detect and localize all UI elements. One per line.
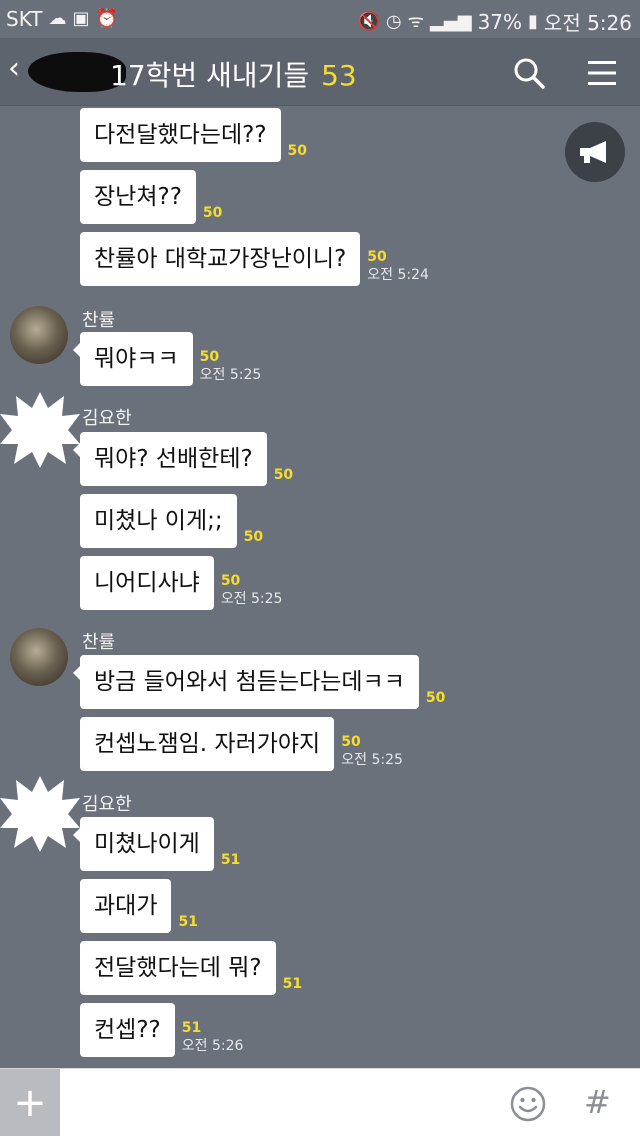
signal-icon: ▂▄▆ — [430, 10, 472, 32]
message-bubble[interactable]: 컨셉노잼임. 자러가야지 — [80, 717, 335, 771]
image-icon: ▣ — [72, 8, 90, 29]
message-row: 뭐야? 선배한테? 50 — [73, 432, 293, 486]
hashtag-search-button[interactable]: # — [584, 1083, 611, 1121]
message-bubble[interactable]: 전달했다는데 뭐? — [80, 941, 276, 995]
message-row: 과대가 51 — [80, 879, 198, 933]
message-bubble[interactable]: 방금 들어와서 첨듣는다는데ㅋㅋ — [73, 655, 419, 709]
message-meta: 50 — [274, 466, 293, 486]
message-meta: 50 — [244, 528, 263, 548]
chat-header: ‹ 17학번 새내기들 53 — [0, 38, 640, 106]
unread-count: 51 — [178, 914, 198, 930]
message-row: 뭐야ㅋㅋ 50 오전 5:25 — [73, 332, 262, 386]
message-time: 오전 5:26 — [181, 1038, 244, 1054]
message-meta: 51 — [178, 913, 197, 933]
message-row: 장난쳐?? 50 — [80, 170, 222, 224]
message-meta: 50 — [203, 204, 222, 224]
message-bubble[interactable]: 다전달했다는데?? — [80, 108, 281, 162]
message-bubble[interactable]: 미쳤나이게 — [73, 817, 214, 871]
sender-name: 김요한 — [82, 408, 132, 429]
avatar[interactable] — [10, 306, 68, 364]
battery-label: 37% — [477, 9, 523, 34]
message-bubble[interactable]: 과대가 — [80, 879, 172, 933]
message-time: 오전 5:25 — [199, 367, 262, 383]
message-bubble[interactable]: 니어디사냐 — [80, 556, 214, 610]
avatar[interactable] — [0, 774, 80, 854]
message-row: 방금 들어와서 첨듣는다는데ㅋㅋ 50 — [73, 655, 445, 709]
unread-count: 51 — [220, 852, 241, 868]
menu-icon[interactable] — [588, 60, 616, 86]
message-meta: 50 오전 5:25 — [341, 733, 403, 771]
message-row: 찬률아 대학교가장난이니? 50 오전 5:24 — [80, 232, 429, 286]
sender-name: 찬률 — [82, 310, 116, 331]
message-meta: 51 — [221, 851, 240, 871]
search-icon[interactable] — [512, 56, 546, 90]
message-meta: 50 오전 5:25 — [221, 572, 283, 610]
message-time: 오전 5:24 — [367, 267, 429, 283]
chat-messages[interactable]: 다전달했다는데?? 50 장난쳐?? 50 찬률아 대학교가장난이니? 50 오… — [0, 106, 640, 1068]
wifi-icon: ᯤ — [407, 10, 425, 32]
message-meta: 50 — [426, 689, 445, 709]
message-row: 미쳤나이게 51 — [73, 817, 240, 871]
message-bubble[interactable]: 장난쳐?? — [80, 170, 196, 224]
sender-name: 찬률 — [82, 632, 116, 653]
unread-count: 51 — [181, 1020, 202, 1036]
message-input-bar: + # — [0, 1068, 640, 1136]
unread-count: 50 — [202, 205, 223, 221]
message-bubble[interactable]: 컨셉?? — [80, 1003, 175, 1057]
message-meta: 51 오전 5:26 — [182, 1019, 244, 1057]
chat-title: 17학번 새내기들 53 — [110, 54, 357, 94]
unread-count: 50 — [341, 734, 361, 750]
message-row: 전달했다는데 뭐? 51 — [80, 941, 302, 995]
message-row: 다전달했다는데?? 50 — [80, 108, 307, 162]
message-bubble[interactable]: 미쳤나 이게;; — [80, 494, 237, 548]
emoji-icon[interactable] — [510, 1086, 546, 1122]
status-left: SKT ☁ ▣ ⏰ — [6, 7, 118, 31]
message-meta: 50 오전 5:24 — [367, 248, 429, 286]
mute-icon: 🔇 — [357, 10, 380, 32]
message-row: 컨셉노잼임. 자러가야지 50 오전 5:25 — [80, 717, 403, 771]
battery-icon: ▮ — [528, 10, 538, 32]
message-meta: 51 — [283, 975, 302, 995]
message-row: 미쳤나 이게;; 50 — [80, 494, 263, 548]
cloud-icon: ☁ — [48, 8, 67, 29]
clock-label: 오전 5:26 — [543, 11, 632, 35]
avatar[interactable] — [10, 628, 68, 686]
message-meta: 50 — [288, 142, 307, 162]
attach-plus-button[interactable]: + — [0, 1069, 60, 1136]
sender-name: 김요한 — [82, 794, 132, 815]
unread-count: 50 — [287, 143, 308, 159]
back-chevron-icon[interactable]: ‹ — [8, 54, 20, 84]
alarm-clock-icon: ◷ — [385, 10, 402, 32]
unread-count: 50 — [425, 690, 446, 706]
carrier-label: SKT — [6, 7, 43, 31]
message-meta: 50 오전 5:25 — [200, 348, 262, 386]
unread-count: 50 — [199, 349, 220, 365]
member-count: 53 — [321, 59, 357, 92]
alarm-icon: ⏰ — [95, 8, 118, 29]
message-row: 컨셉?? 51 오전 5:26 — [80, 1003, 243, 1057]
message-bubble[interactable]: 찬률아 대학교가장난이니? — [80, 232, 361, 286]
status-right: 🔇 ◷ ᯤ ▂▄▆ 37% ▮ 오전 5:26 — [357, 7, 632, 36]
message-time: 오전 5:25 — [220, 591, 283, 607]
unread-count: 50 — [367, 249, 387, 265]
status-bar: SKT ☁ ▣ ⏰ 🔇 ◷ ᯤ ▂▄▆ 37% ▮ 오전 5:26 — [0, 0, 640, 38]
message-time: 오전 5:25 — [341, 752, 403, 768]
message-bubble[interactable]: 뭐야? 선배한테? — [73, 432, 267, 486]
chat-title-text: 17학번 새내기들 — [110, 59, 310, 92]
unread-count: 50 — [273, 467, 294, 483]
message-bubble[interactable]: 뭐야ㅋㅋ — [73, 332, 193, 386]
message-row: 니어디사냐 50 오전 5:25 — [80, 556, 282, 610]
unread-count: 51 — [282, 976, 303, 992]
unread-count: 50 — [220, 573, 241, 589]
avatar[interactable] — [0, 390, 80, 470]
unread-count: 50 — [243, 529, 264, 545]
